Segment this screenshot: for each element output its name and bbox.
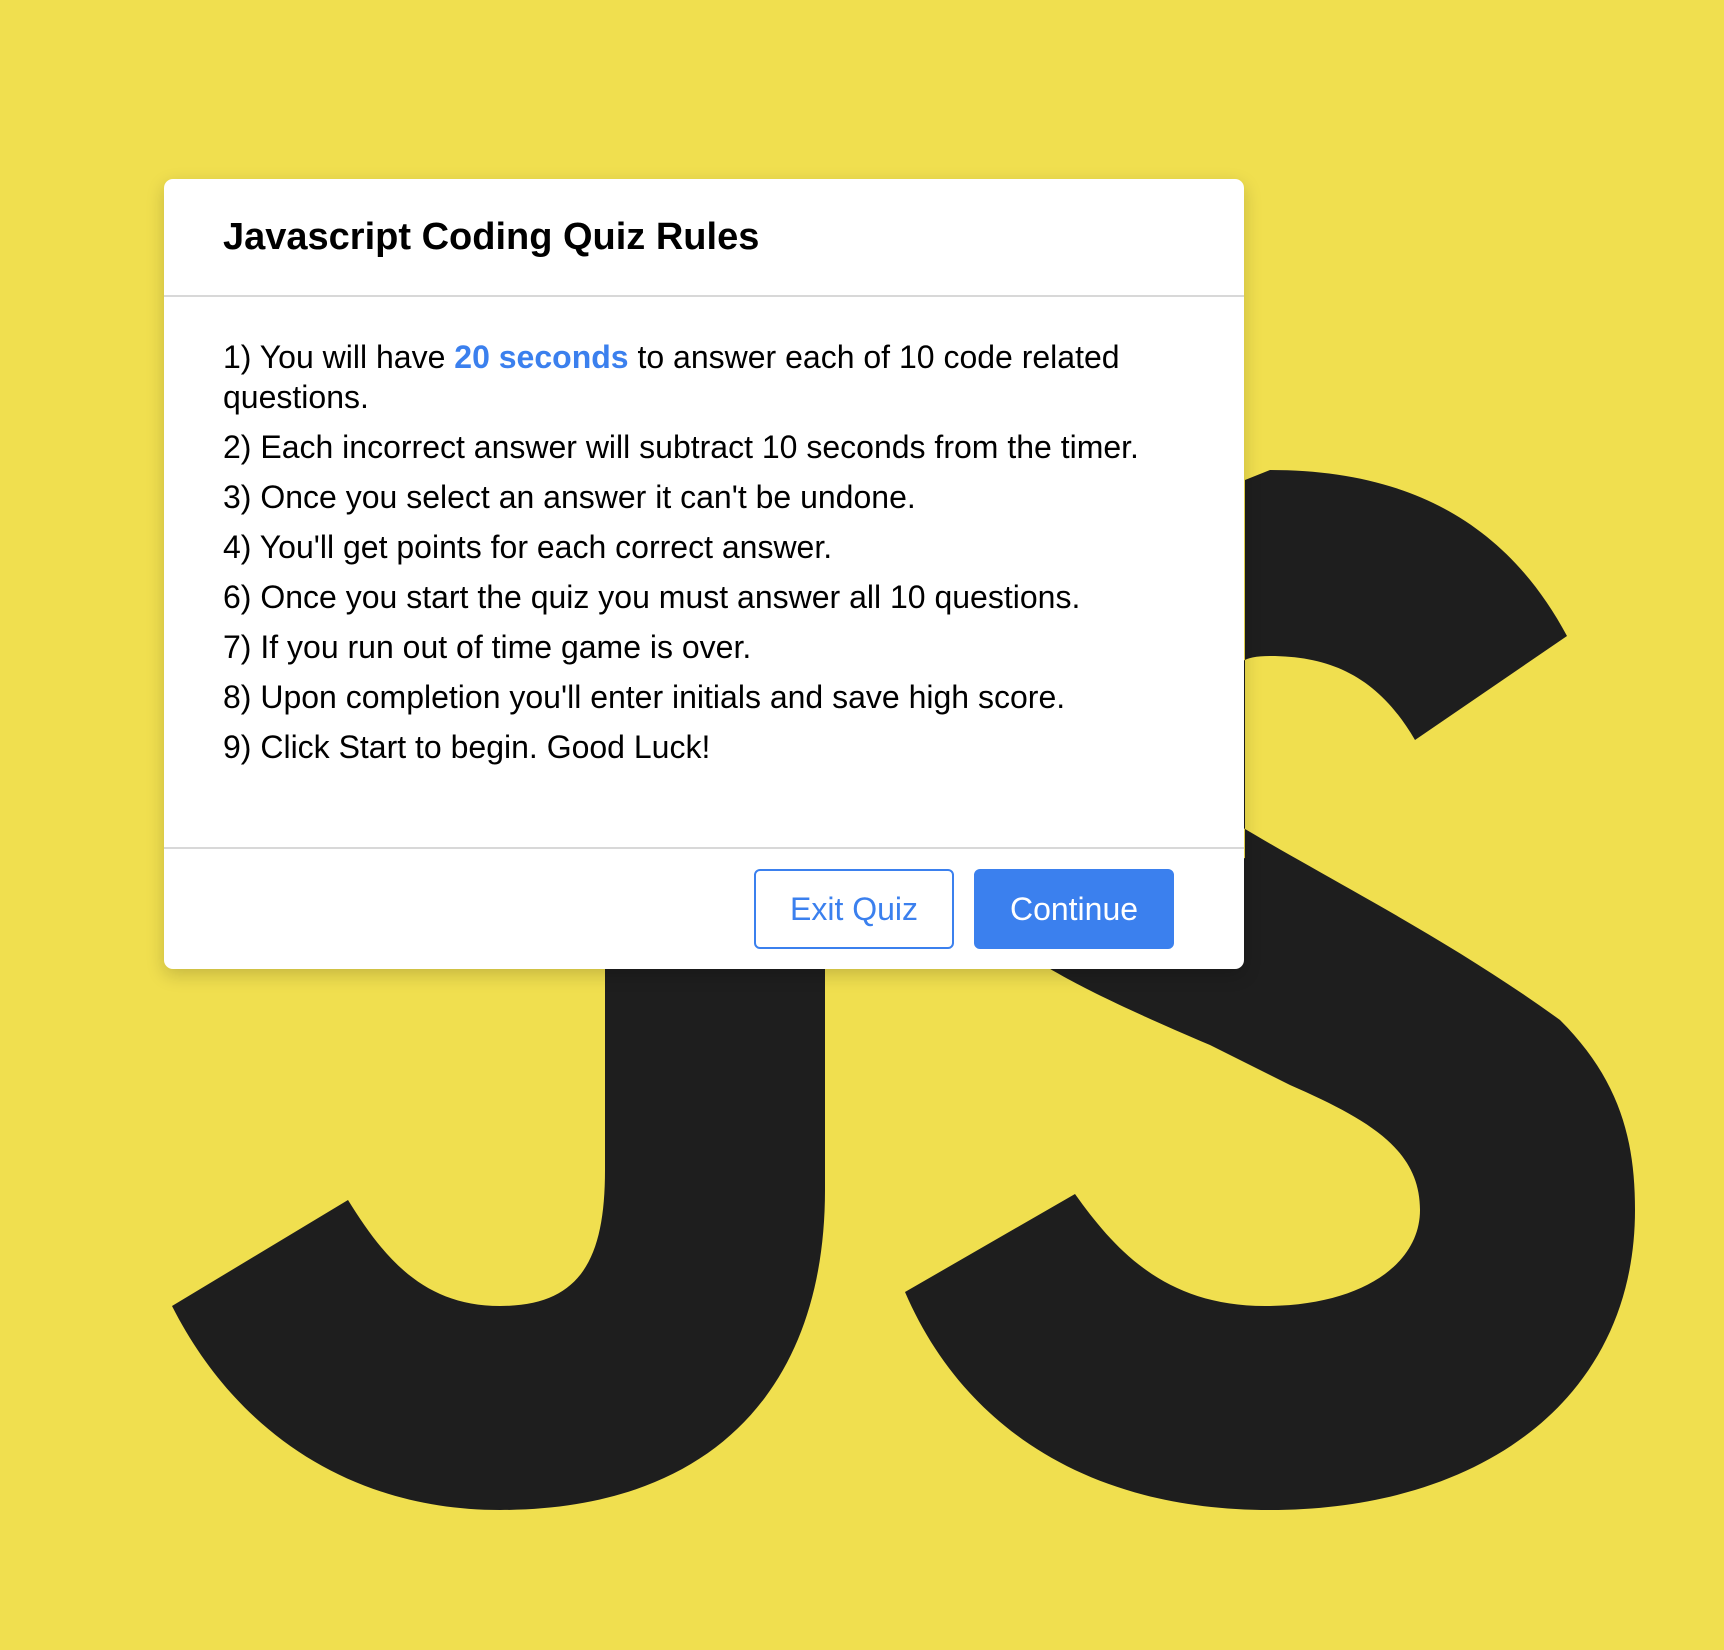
continue-button[interactable]: Continue xyxy=(974,869,1174,949)
rule-1-prefix: 1) You will have xyxy=(223,339,455,375)
modal-footer: Exit Quiz Continue xyxy=(164,849,1244,969)
exit-quiz-button[interactable]: Exit Quiz xyxy=(754,869,954,949)
rules-list: 1) You will have 20 seconds to answer ea… xyxy=(164,297,1244,849)
rule-item: 9) Click Start to begin. Good Luck! xyxy=(223,729,711,765)
rule-item: 4) You'll get points for each correct an… xyxy=(223,529,833,565)
rule-item: 8) Upon completion you'll enter initials… xyxy=(223,679,1066,715)
rule-item: 6) Once you start the quiz you must answ… xyxy=(223,579,1081,615)
quiz-rules-modal: Javascript Coding Quiz Rules 1) You will… xyxy=(164,179,1244,969)
modal-header: Javascript Coding Quiz Rules xyxy=(164,179,1244,297)
modal-title: Javascript Coding Quiz Rules xyxy=(223,216,760,258)
time-limit-highlight: 20 seconds xyxy=(454,339,629,375)
rule-item: 3) Once you select an answer it can't be… xyxy=(223,479,916,515)
rule-item: 7) If you run out of time game is over. xyxy=(223,629,752,665)
js-logo-j-letter xyxy=(172,920,825,1510)
rule-item: 2) Each incorrect answer will subtract 1… xyxy=(223,429,1139,465)
rule-item: 1) You will have 20 seconds to answer ea… xyxy=(223,337,1185,417)
